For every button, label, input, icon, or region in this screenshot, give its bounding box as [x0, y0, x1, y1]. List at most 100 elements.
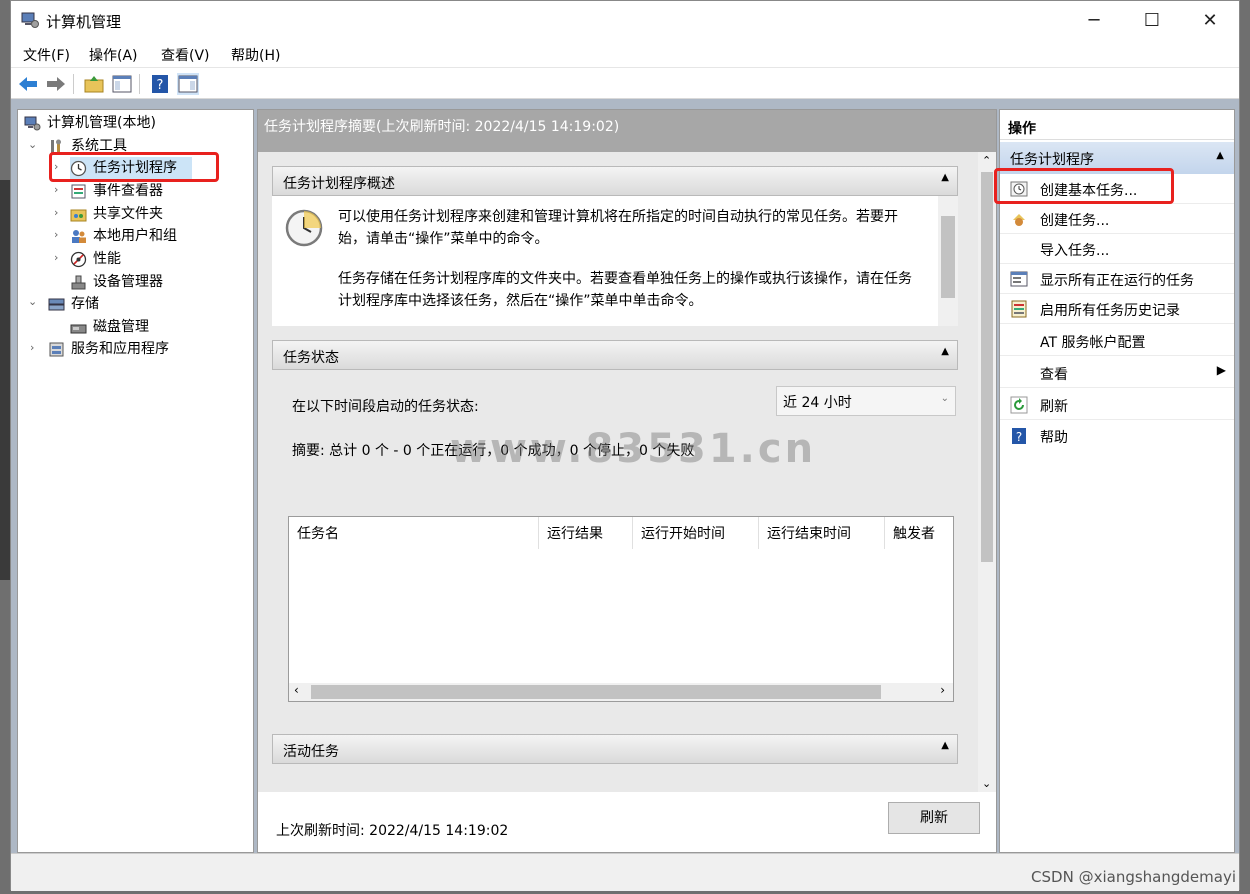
disk-icon: [70, 324, 87, 334]
menu-action[interactable]: 操作(A): [89, 45, 138, 65]
action-show-running-tasks[interactable]: 显示所有正在运行的任务: [1000, 264, 1234, 294]
collapse-icon[interactable]: ▲: [941, 346, 949, 357]
last-refresh-time: 上次刷新时间: 2022/4/15 14:19:02: [276, 823, 509, 839]
center-vertical-scrollbar[interactable]: ⌃ ⌄: [978, 152, 996, 792]
maximize-button[interactable]: ☐: [1123, 1, 1181, 41]
status-title: 任务状态: [283, 350, 339, 366]
watermark-text: www.83531.cn: [450, 426, 817, 472]
back-arrow-icon[interactable]: [17, 73, 39, 95]
help-icon: ?: [1012, 428, 1026, 444]
chevron-right-icon[interactable]: ›: [30, 341, 34, 354]
help-icon[interactable]: ?: [149, 73, 171, 95]
window-title: 计算机管理: [46, 13, 122, 31]
overview-paragraph-2: 任务存储在任务计划程序库的文件夹中。若要查看单独任务上的操作或执行该操作，请在任…: [338, 271, 912, 309]
main-frame: 计算机管理(本地) ⌄ 系统工具 › 任务计划程序 › 事件查看器 › 共享文件…: [11, 99, 1239, 853]
status-period-label: 在以下时间段启动的任务状态:: [292, 399, 479, 415]
chevron-right-icon[interactable]: ›: [54, 183, 58, 196]
action-at-service-account[interactable]: AT 服务帐户配置: [1000, 324, 1234, 356]
refresh-button[interactable]: 刷新: [888, 802, 980, 834]
active-tasks-title: 活动任务: [283, 744, 339, 760]
forward-arrow-icon[interactable]: [45, 73, 67, 95]
active-tasks-panel-header[interactable]: 活动任务 ▲: [272, 734, 958, 764]
section-label: 任务计划程序: [1010, 152, 1094, 168]
services-icon: [49, 342, 64, 357]
column-header[interactable]: 任务名: [289, 517, 539, 549]
title-bar: 计算机管理 ─ ☐ ✕: [11, 1, 1239, 41]
action-label: 刷新: [1040, 399, 1068, 415]
up-folder-icon[interactable]: [83, 73, 105, 95]
chevron-right-icon[interactable]: ›: [54, 228, 58, 241]
actions-title: 操作: [1000, 110, 1234, 140]
scroll-down-icon[interactable]: ⌄: [982, 777, 991, 790]
table-horizontal-scrollbar[interactable]: ‹ ›: [289, 683, 953, 701]
computer-management-icon: [24, 116, 41, 131]
performance-icon: [70, 251, 87, 268]
scroll-up-icon[interactable]: ⌃: [982, 154, 991, 167]
chevron-right-icon[interactable]: ›: [54, 206, 58, 219]
navigation-tree: 计算机管理(本地) ⌄ 系统工具 › 任务计划程序 › 事件查看器 › 共享文件…: [17, 109, 254, 853]
action-create-task[interactable]: 创建任务...: [1000, 204, 1234, 234]
action-label: 帮助: [1040, 430, 1068, 446]
collapse-icon[interactable]: ▲: [941, 740, 949, 751]
action-help[interactable]: ? 帮助: [1000, 420, 1234, 452]
status-panel-header[interactable]: 任务状态 ▲: [272, 340, 958, 370]
create-basic-task-highlight: [994, 168, 1174, 204]
tree-label: 共享文件夹: [93, 206, 163, 222]
summary-body: 任务计划程序概述 ▲ 可以使用任务计划程序来创建和管理计算机将在所指定的时间自动…: [258, 152, 978, 792]
action-label: 查看: [1040, 367, 1068, 383]
collapse-icon[interactable]: ▲: [1216, 150, 1224, 161]
desktop-background: [0, 180, 10, 580]
overview-title: 任务计划程序概述: [283, 176, 395, 192]
menu-help[interactable]: 帮助(H): [231, 45, 280, 65]
scroll-thumb[interactable]: [941, 216, 955, 298]
chevron-right-icon[interactable]: ›: [54, 251, 58, 264]
overview-panel-header[interactable]: 任务计划程序概述 ▲: [272, 166, 958, 196]
toolbar-separator: [139, 74, 140, 94]
column-header[interactable]: 运行开始时间: [633, 517, 759, 549]
scroll-thumb[interactable]: [981, 172, 993, 562]
overview-panel-body: 可以使用任务计划程序来创建和管理计算机将在所指定的时间自动执行的常见任务。若要开…: [272, 196, 958, 326]
users-icon: [72, 230, 86, 243]
task-status-table: 任务名 运行结果 运行开始时间 运行结束时间 触发者 ‹ ›: [288, 516, 954, 702]
overview-paragraph-1: 可以使用任务计划程序来创建和管理计算机将在所指定的时间自动执行的常见任务。若要开…: [338, 209, 898, 247]
scroll-left-icon[interactable]: ‹: [294, 683, 299, 697]
task-scheduler-highlight: [49, 152, 219, 182]
menu-view[interactable]: 查看(V): [161, 45, 210, 65]
action-label: AT 服务帐户配置: [1040, 335, 1146, 351]
tree-label: 计算机管理(本地): [47, 115, 156, 131]
close-button[interactable]: ✕: [1181, 1, 1239, 41]
show-hide-action-pane-icon[interactable]: [177, 73, 199, 95]
scroll-right-icon[interactable]: ›: [940, 683, 945, 697]
clock-icon: [285, 209, 323, 247]
shared-folder-icon: [70, 209, 87, 222]
storage-icon: [48, 298, 65, 311]
toolbar-separator: [73, 74, 74, 94]
action-enable-history[interactable]: 启用所有任务历史记录: [1000, 294, 1234, 324]
show-hide-tree-icon[interactable]: [111, 73, 133, 95]
computer-management-icon: [21, 12, 39, 28]
menu-file[interactable]: 文件(F): [23, 45, 70, 65]
action-view[interactable]: 查看 ▶: [1000, 356, 1234, 388]
tree-label: 磁盘管理: [93, 319, 149, 335]
tree-label: 设备管理器: [93, 274, 163, 290]
action-label: 启用所有任务历史记录: [1040, 303, 1180, 319]
chevron-down-icon[interactable]: ⌄: [28, 295, 37, 308]
action-refresh[interactable]: 刷新: [1000, 388, 1234, 420]
chevron-down-icon[interactable]: ⌄: [28, 138, 37, 151]
column-header[interactable]: 触发者: [885, 517, 955, 549]
scroll-thumb[interactable]: [311, 685, 881, 699]
column-header[interactable]: 运行结果: [539, 517, 633, 549]
history-icon: [1011, 300, 1027, 318]
status-period-dropdown[interactable]: 近 24 小时 ⌄: [776, 386, 956, 416]
refresh-icon: [1010, 396, 1028, 414]
toolbar: ?: [11, 67, 1239, 99]
overview-scrollbar[interactable]: [938, 196, 958, 326]
device-manager-icon: [71, 275, 86, 290]
action-import-task[interactable]: 导入任务...: [1000, 234, 1234, 264]
collapse-icon[interactable]: ▲: [941, 172, 949, 183]
tree-label: 服务和应用程序: [71, 341, 169, 357]
column-header[interactable]: 运行结束时间: [759, 517, 885, 549]
action-label: 创建任务...: [1040, 213, 1110, 229]
minimize-button[interactable]: ─: [1065, 1, 1123, 41]
svg-text:?: ?: [157, 78, 164, 93]
